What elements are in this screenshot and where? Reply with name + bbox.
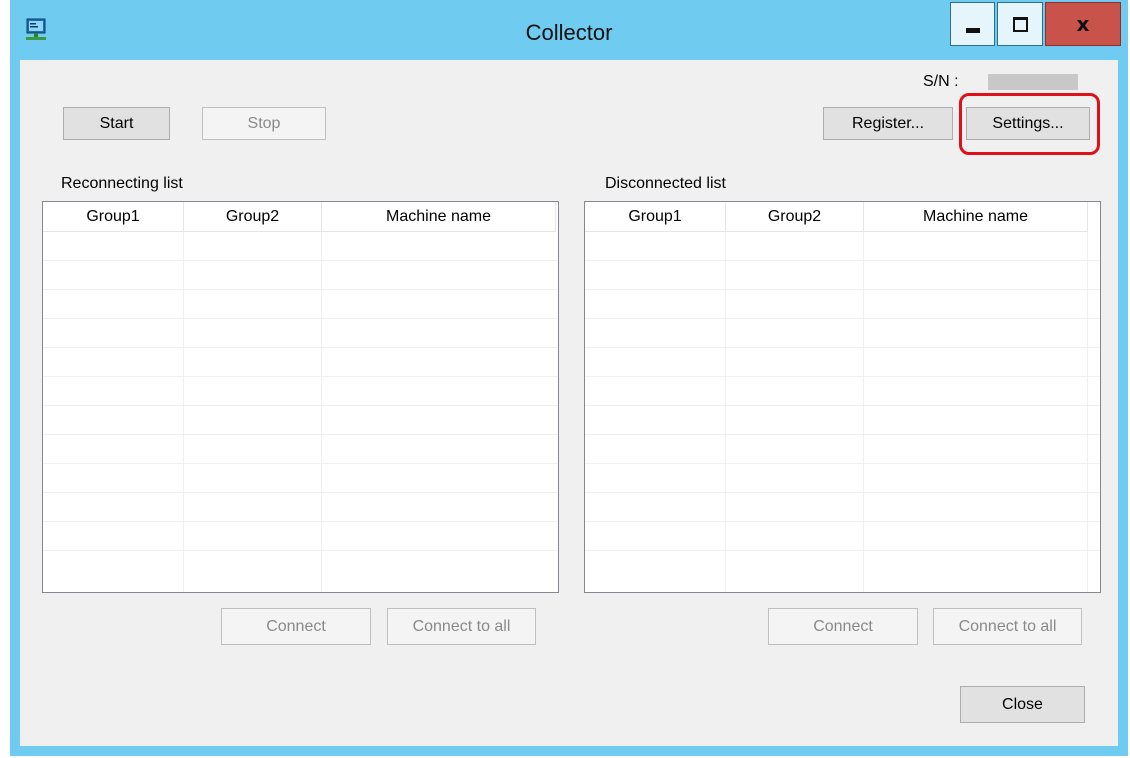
column-divider: [725, 232, 726, 592]
row-divider: [43, 550, 558, 551]
row-divider: [585, 550, 1100, 551]
collector-window: Collector x S/N : Start Stop Register...…: [10, 0, 1128, 756]
disconnected-list-header: Group1 Group2 Machine name: [585, 202, 1088, 232]
row-divider: [43, 347, 558, 348]
start-button[interactable]: Start: [63, 107, 170, 140]
row-divider: [585, 521, 1100, 522]
disconnected-connect-all-button[interactable]: Connect to all: [933, 608, 1082, 645]
close-button[interactable]: Close: [960, 686, 1085, 723]
settings-highlight: [959, 93, 1100, 155]
column-header-group2[interactable]: Group2: [726, 202, 864, 232]
row-divider: [585, 405, 1100, 406]
maximize-button[interactable]: [997, 2, 1043, 46]
minimize-icon: [965, 27, 980, 33]
close-window-button[interactable]: x: [1045, 2, 1121, 46]
reconnecting-list[interactable]: Group1 Group2 Machine name: [42, 201, 559, 593]
row-divider: [585, 260, 1100, 261]
stop-button[interactable]: Stop: [202, 107, 326, 140]
row-divider: [43, 521, 558, 522]
row-divider: [43, 289, 558, 290]
row-divider: [43, 376, 558, 377]
serial-number-label: S/N :: [923, 73, 959, 90]
reconnecting-connect-all-button[interactable]: Connect to all: [387, 608, 536, 645]
disconnected-connect-button[interactable]: Connect: [768, 608, 918, 645]
row-divider: [585, 434, 1100, 435]
register-button[interactable]: Register...: [823, 107, 953, 140]
column-divider: [863, 232, 864, 592]
row-divider: [585, 376, 1100, 377]
column-header-machine-name[interactable]: Machine name: [864, 202, 1088, 232]
column-divider: [183, 232, 184, 592]
row-divider: [585, 318, 1100, 319]
reconnecting-list-header: Group1 Group2 Machine name: [43, 202, 556, 232]
column-divider: [321, 232, 322, 592]
minimize-button[interactable]: [950, 2, 995, 46]
disconnected-list-title: Disconnected list: [605, 175, 726, 192]
row-divider: [43, 434, 558, 435]
column-header-group1[interactable]: Group1: [585, 202, 726, 232]
column-header-group2[interactable]: Group2: [184, 202, 322, 232]
row-divider: [43, 463, 558, 464]
row-divider: [585, 463, 1100, 464]
title-bar[interactable]: Collector x: [10, 0, 1128, 60]
row-divider: [43, 492, 558, 493]
column-header-machine-name[interactable]: Machine name: [322, 202, 556, 232]
client-area: S/N : Start Stop Register... Settings...…: [20, 60, 1118, 746]
row-divider: [43, 405, 558, 406]
column-divider: [1087, 232, 1088, 592]
serial-number-value: [988, 74, 1078, 90]
close-icon: x: [1076, 12, 1090, 36]
row-divider: [43, 318, 558, 319]
maximize-icon: [1012, 16, 1028, 32]
row-divider: [43, 260, 558, 261]
column-header-group1[interactable]: Group1: [43, 202, 184, 232]
reconnecting-list-title: Reconnecting list: [61, 175, 183, 192]
disconnected-list[interactable]: Group1 Group2 Machine name: [584, 201, 1101, 593]
row-divider: [585, 289, 1100, 290]
row-divider: [585, 347, 1100, 348]
row-divider: [585, 492, 1100, 493]
reconnecting-connect-button[interactable]: Connect: [221, 608, 371, 645]
